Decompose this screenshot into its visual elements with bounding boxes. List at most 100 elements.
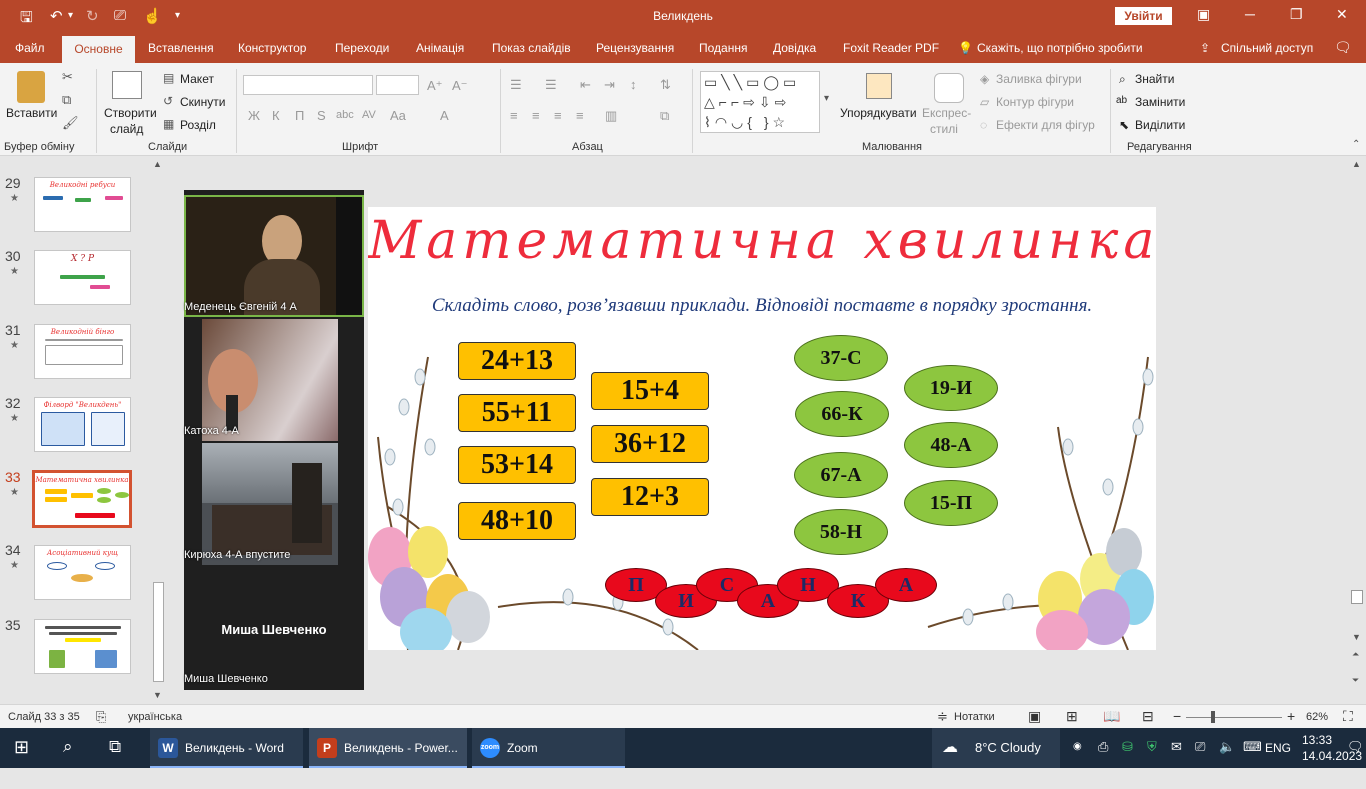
example-box[interactable]: 12+3 <box>591 478 709 516</box>
language-tray-icon[interactable]: ⌨ <box>1243 739 1262 779</box>
video-tile[interactable] <box>184 195 364 317</box>
strikethrough-icon[interactable]: abc <box>336 109 354 121</box>
scroll-up-icon[interactable]: ▲ <box>153 159 162 169</box>
example-box[interactable]: 24+13 <box>458 342 576 380</box>
zoom-tray-icon[interactable]: ◉ <box>1073 741 1082 781</box>
taskbar-app-zoom[interactable]: zoom Zoom <box>472 728 625 768</box>
justify-icon[interactable]: ≡ <box>576 108 584 123</box>
share-button[interactable]: Спільний доступ <box>1221 41 1313 55</box>
slide-title[interactable]: Математична хвилинка <box>368 211 1156 271</box>
reading-view-icon[interactable]: 📖 <box>1103 708 1120 725</box>
slide[interactable]: Математична хвилинка Складіть слово, роз… <box>368 207 1156 650</box>
shapes-gallery[interactable]: ▭╲╲▭◯▭ △⌐⌐⇨⇩⇨ ⌇◠◡{ }☆ <box>700 71 820 133</box>
tab-transitions[interactable]: Переходи <box>335 41 389 55</box>
comments-icon[interactable]: 🗨 <box>1334 39 1352 56</box>
zoom-slider-thumb[interactable] <box>1211 711 1215 723</box>
thumbnails-scrollbar[interactable]: ▲ ▼ <box>151 157 166 704</box>
security-icon[interactable]: ⛨ <box>1147 739 1157 779</box>
answer-oval[interactable]: 15-П <box>904 480 998 526</box>
video-tile[interactable] <box>202 319 338 441</box>
tab-view[interactable]: Подання <box>699 41 747 55</box>
weather-widget[interactable]: ☁ 8°C Cloudy <box>932 728 1060 768</box>
new-slide-button[interactable]: Створити <box>104 106 157 120</box>
scroll-thumb[interactable] <box>1351 590 1363 604</box>
tab-design[interactable]: Конструктор <box>238 41 306 55</box>
align-right-icon[interactable]: ≡ <box>554 108 562 123</box>
slide-thumbnail-32[interactable]: Філворд "Великдень" <box>34 397 131 452</box>
scroll-up-icon[interactable]: ▲ <box>1352 159 1361 169</box>
tab-home[interactable]: Основне <box>62 36 135 63</box>
shrink-font-icon[interactable]: A⁻ <box>452 78 468 94</box>
increase-indent-icon[interactable]: ⇥ <box>604 77 615 93</box>
zoom-slider[interactable] <box>1186 717 1282 718</box>
restore-icon[interactable]: ❐ <box>1290 6 1303 23</box>
align-center-icon[interactable]: ≡ <box>532 108 540 123</box>
smartart-icon[interactable]: ⧉ <box>660 108 669 124</box>
answer-oval[interactable]: 48-А <box>904 422 998 468</box>
scroll-thumb[interactable] <box>153 582 164 682</box>
answer-oval[interactable]: 37-С <box>794 335 888 381</box>
task-view-icon[interactable]: ⧉ <box>109 737 121 777</box>
ribbon-options-icon[interactable]: ▣ <box>1197 6 1210 23</box>
line-spacing-icon[interactable]: ↕ <box>630 77 637 92</box>
usb-icon[interactable]: ⎙ <box>1098 739 1108 779</box>
underline-icon[interactable]: П <box>295 108 304 123</box>
canvas-scrollbar[interactable]: ▲ ▼ ⏶ ⏷ <box>1348 157 1366 704</box>
reset-button[interactable]: Скинути <box>180 95 225 109</box>
zoom-level[interactable]: 62% <box>1306 711 1328 723</box>
shapes-more-icon[interactable]: ▾ <box>824 93 829 104</box>
shape-fill-button[interactable]: Заливка фігури <box>996 72 1082 86</box>
slide-thumbnail-34[interactable]: Асоціативний кущ <box>34 545 131 600</box>
paste-icon[interactable] <box>17 71 45 103</box>
answer-oval[interactable]: 58-Н <box>794 509 888 555</box>
slide-thumbnail-35[interactable] <box>34 619 131 674</box>
quick-styles-icon[interactable] <box>934 73 964 103</box>
shape-effects-button[interactable]: Ефекти для фігур <box>996 118 1095 132</box>
format-painter-icon[interactable]: 🖌 <box>62 115 79 131</box>
zoom-in-icon[interactable]: + <box>1287 708 1295 724</box>
taskbar-app-word[interactable]: W Великдень - Word <box>150 728 303 768</box>
select-button[interactable]: Виділити <box>1135 118 1185 132</box>
notes-button[interactable]: Нотатки <box>954 711 995 723</box>
arrange-icon[interactable] <box>866 73 892 99</box>
slide-subtitle[interactable]: Складіть слово, розв’язавши приклади. Ві… <box>368 295 1156 317</box>
shadow-icon[interactable]: S <box>317 108 326 123</box>
close-icon[interactable]: ✕ <box>1336 6 1348 23</box>
volume-icon[interactable]: 🔈 <box>1219 739 1235 779</box>
shape-outline-button[interactable]: Контур фігури <box>996 95 1074 109</box>
arrange-button[interactable]: Упорядкувати <box>840 106 917 120</box>
columns-icon[interactable]: ▥ <box>605 108 617 124</box>
font-size-combobox[interactable] <box>376 75 419 95</box>
tab-review[interactable]: Рецензування <box>596 41 674 55</box>
cut-icon[interactable]: ✂ <box>62 69 73 85</box>
grow-font-icon[interactable]: A⁺ <box>427 78 443 94</box>
replace-button[interactable]: Замінити <box>1135 95 1185 109</box>
example-box[interactable]: 48+10 <box>458 502 576 540</box>
collapse-ribbon-icon[interactable]: ⌃ <box>1352 139 1360 150</box>
network-icon[interactable]: ⎚ <box>1195 739 1205 779</box>
slide-thumbnail-33[interactable]: Математична хвилинка <box>32 470 132 528</box>
answer-oval[interactable]: 66-К <box>795 391 889 437</box>
align-left-icon[interactable]: ≡ <box>510 108 518 123</box>
new-slide-icon[interactable] <box>112 71 142 99</box>
bullets-icon[interactable]: ☰ <box>510 77 522 93</box>
change-case-icon[interactable]: Aa <box>390 108 406 123</box>
quick-styles-button[interactable]: Експрес- <box>922 106 971 120</box>
slide-sorter-icon[interactable]: ⊞ <box>1066 708 1078 725</box>
example-box[interactable]: 15+4 <box>591 372 709 410</box>
next-slide-icon[interactable]: ⏷ <box>1352 675 1359 686</box>
example-box[interactable]: 36+12 <box>591 425 709 463</box>
answer-oval[interactable]: 19-И <box>904 365 998 411</box>
paste-button[interactable]: Вставити <box>6 106 57 120</box>
font-color-icon[interactable]: A <box>440 108 449 123</box>
taskbar-app-powerpoint[interactable]: P Великдень - Power... <box>309 728 467 768</box>
signin-button[interactable]: Увійти <box>1115 7 1172 25</box>
notifications-icon[interactable]: 🗨 <box>1347 739 1364 779</box>
font-name-combobox[interactable] <box>243 75 373 95</box>
language-indicator[interactable]: українська <box>128 711 182 723</box>
example-box[interactable]: 55+11 <box>458 394 576 432</box>
slide-thumbnail-30[interactable]: Х ? Р <box>34 250 131 305</box>
input-language[interactable]: ENG <box>1265 741 1291 781</box>
section-button[interactable]: Розділ <box>180 118 216 132</box>
tab-animations[interactable]: Анімація <box>416 41 464 55</box>
